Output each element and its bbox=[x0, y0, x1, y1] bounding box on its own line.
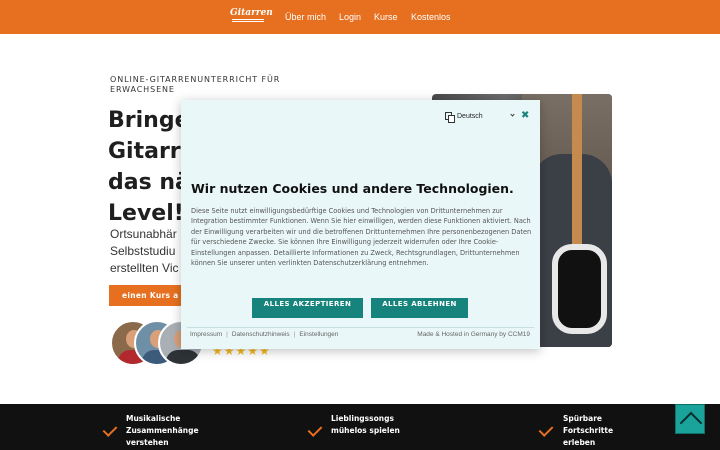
impressum-link[interactable]: Impressum bbox=[190, 331, 222, 338]
separator: | bbox=[226, 331, 228, 338]
check-icon bbox=[540, 423, 556, 437]
nav-link-kostenlos[interactable]: Kostenlos bbox=[411, 11, 451, 23]
guitar-body bbox=[552, 244, 607, 334]
subtext-line: erstellten Vic bbox=[110, 261, 179, 275]
page: Gitarren Über mich Login Kurse Kostenlos… bbox=[0, 0, 720, 450]
scroll-to-top-button[interactable] bbox=[675, 404, 705, 434]
nav-link-login[interactable]: Login bbox=[339, 11, 361, 23]
accept-all-button[interactable]: ALLES AKZEPTIEREN bbox=[252, 298, 363, 318]
made-in-germany-note[interactable]: Made & Hosted in Germany by CCM19 bbox=[403, 330, 530, 339]
site-logo[interactable]: Gitarren bbox=[230, 8, 273, 26]
feature-item: Lieblingssongs mühelos spielen bbox=[331, 414, 400, 435]
privacy-link[interactable]: Datenschutzhinweis bbox=[232, 331, 290, 338]
nav-link-ueber-mich[interactable]: Über mich bbox=[285, 11, 326, 23]
hero-headline: Bringe Gitarre das nä Level! bbox=[108, 105, 183, 229]
cookie-description: Diese Seite nutzt einwilligungsbedürftig… bbox=[191, 207, 532, 268]
divider bbox=[187, 327, 534, 328]
logo-text: Gitarren bbox=[230, 8, 273, 18]
language-select[interactable]: Deutsch bbox=[457, 112, 483, 121]
language-icon bbox=[445, 112, 455, 123]
nav-link-kurse[interactable]: Kurse bbox=[374, 11, 398, 23]
hero-eyebrow: ONLINE-GITARRENUNTERRICHT FÜR ERWACHSENE bbox=[110, 75, 281, 94]
separator: | bbox=[293, 331, 296, 338]
feature-item: Spürbare Fortschritte erleben bbox=[563, 414, 614, 447]
check-icon bbox=[309, 423, 325, 437]
subtext-line: Selbststudiu bbox=[110, 244, 176, 258]
settings-link[interactable]: Einstellungen bbox=[299, 331, 338, 338]
headline-line: Gitarre bbox=[108, 139, 183, 164]
guitar-neck bbox=[572, 94, 582, 244]
top-navigation: Gitarren Über mich Login Kurse Kostenlos bbox=[0, 0, 720, 34]
headline-line: das nä bbox=[108, 170, 183, 195]
headline-line: Level! bbox=[108, 201, 183, 226]
feature-item: Musikalische Zusammenhänge verstehen bbox=[126, 414, 199, 447]
cookie-footer-links: Impressum | Datenschutzhinweis | Einstellung… bbox=[190, 330, 338, 339]
check-icon bbox=[104, 423, 120, 437]
cookie-title: Wir nutzen Cookies und andere Technologi… bbox=[191, 181, 514, 196]
reject-all-button[interactable]: ALLES ABLEHNEN bbox=[371, 298, 468, 318]
cookie-consent-dialog: Deutsch ✖ Wir nutzen Cookies und andere … bbox=[181, 100, 540, 349]
close-icon[interactable]: ✖ bbox=[521, 110, 529, 122]
headline-line: Bringe bbox=[108, 108, 183, 133]
chevron-down-icon[interactable] bbox=[510, 112, 515, 117]
subtext-line: Ortsunabhär bbox=[110, 227, 177, 241]
cta-button[interactable]: einen Kurs a bbox=[109, 285, 183, 306]
hero-subtext: Ortsunabhär Selbststudiu erstellten Vic bbox=[110, 226, 182, 277]
avatar-body bbox=[166, 350, 200, 364]
logo-underline bbox=[232, 19, 264, 22]
